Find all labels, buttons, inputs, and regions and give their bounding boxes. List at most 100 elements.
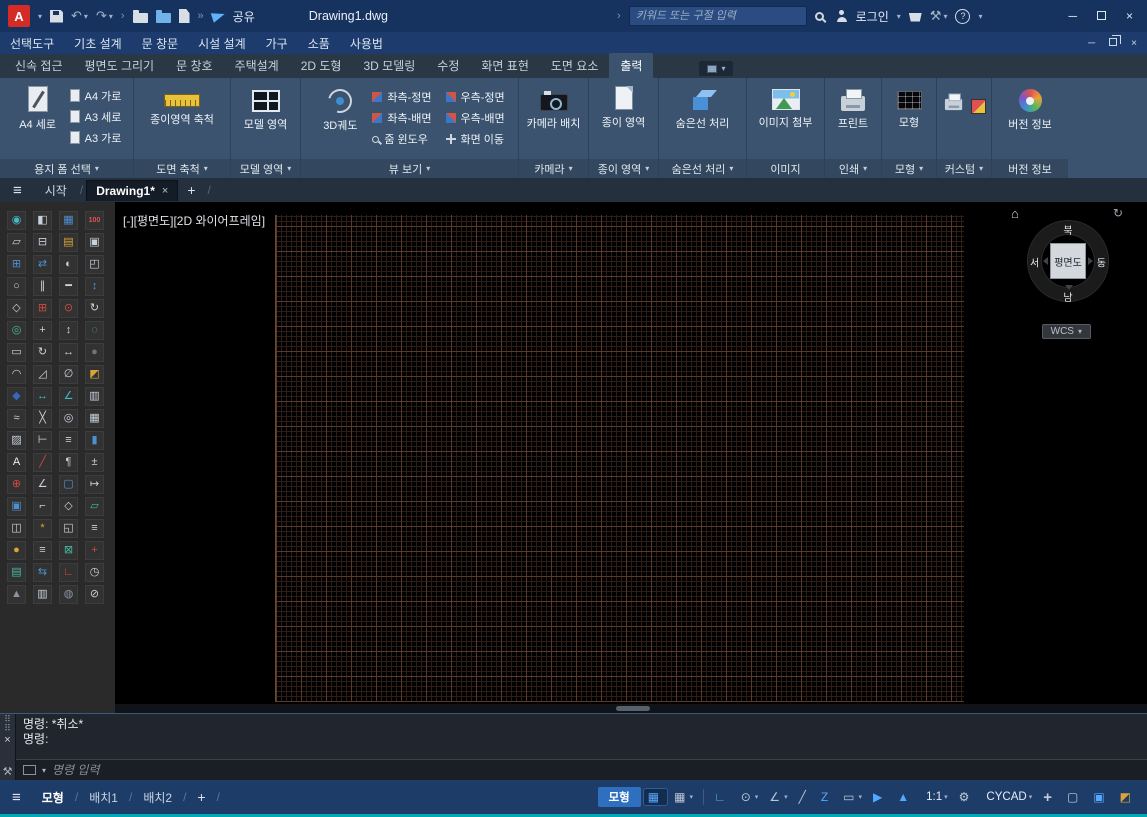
layout-tab-model[interactable]: 모형 bbox=[35, 789, 71, 806]
viewport-maximize-toggle[interactable]: ▢ bbox=[1063, 789, 1086, 805]
distance-tool[interactable]: ↦ bbox=[85, 475, 104, 494]
panel-footer-image[interactable]: 이미지 bbox=[747, 159, 824, 178]
crosshair-toggle[interactable]: + bbox=[1039, 788, 1060, 807]
command-panel-grip[interactable]: ⠿ ⠿ × ⚒ bbox=[0, 714, 16, 780]
region-tool[interactable]: ● bbox=[7, 541, 26, 560]
panel-footer-camera[interactable]: 카메라 bbox=[519, 159, 588, 178]
pan-view-button[interactable]: 화면 이동 bbox=[446, 130, 505, 148]
properties-palette-tool[interactable]: ▮ bbox=[85, 431, 104, 450]
drawing-grid[interactable] bbox=[275, 215, 964, 702]
search-chevron-icon[interactable]: › bbox=[617, 10, 621, 22]
version-info-button[interactable]: 버전 정보 bbox=[1004, 83, 1056, 132]
zoom-window-button[interactable]: 줌 윈도우 bbox=[372, 130, 431, 148]
list-tool[interactable]: ≡ bbox=[85, 519, 104, 538]
group-tool[interactable]: ▥ bbox=[85, 387, 104, 406]
close-button[interactable]: × bbox=[1120, 9, 1139, 23]
search-icon[interactable] bbox=[815, 12, 824, 21]
a4-portrait-button[interactable]: A4 세로 bbox=[12, 83, 64, 132]
command-prompt-caret-icon[interactable]: ▾ bbox=[42, 766, 46, 775]
extend-tool[interactable]: ⊢ bbox=[33, 431, 52, 450]
trim-tool[interactable]: ╳ bbox=[33, 409, 52, 428]
hatch-tool[interactable]: ▨ bbox=[7, 431, 26, 450]
viewcube-arrow-right-icon[interactable] bbox=[1088, 257, 1093, 265]
move-tool[interactable]: + bbox=[33, 321, 52, 340]
ribbon-tab-2d-shapes[interactable]: 2D 도형 bbox=[290, 53, 353, 78]
block-tool[interactable]: ▣ bbox=[7, 497, 26, 516]
array-tool[interactable]: ⊞ bbox=[33, 299, 52, 318]
mirror-tool[interactable]: ⇄ bbox=[33, 255, 52, 274]
app-menu-button[interactable]: A bbox=[8, 5, 30, 27]
area-tool[interactable]: ▱ bbox=[85, 497, 104, 516]
dim-angular-tool[interactable]: ∠ bbox=[59, 387, 78, 406]
id-point-tool[interactable]: + bbox=[85, 541, 104, 560]
redo-button[interactable]: ↷▾ bbox=[96, 8, 113, 24]
menu-furniture[interactable]: 가구 bbox=[266, 35, 288, 52]
ortho-mode-toggle[interactable]: Z bbox=[817, 789, 836, 805]
viewcube-west[interactable]: 서 bbox=[1030, 255, 1039, 270]
layer-manager[interactable]: ▦ bbox=[59, 211, 78, 230]
camera-place-button[interactable]: 카메라 배치 bbox=[527, 83, 581, 131]
match-properties-tool[interactable]: ▥ bbox=[33, 585, 52, 604]
viewcube-north[interactable]: 북 bbox=[1063, 222, 1072, 237]
lineweight-display-toggle[interactable]: ▭ ▾ bbox=[839, 789, 866, 805]
tab-start[interactable]: 시작 bbox=[35, 182, 77, 199]
viewport-tool[interactable]: ◫ bbox=[7, 519, 26, 538]
new-document-tab-button[interactable]: + bbox=[178, 182, 204, 198]
layer-states[interactable]: ▤ bbox=[59, 233, 78, 252]
regen-tool[interactable]: ↻ bbox=[85, 299, 104, 318]
donut-tool[interactable]: ◎ bbox=[7, 321, 26, 340]
view-left-front-button[interactable]: 좌측-정면 bbox=[372, 88, 431, 106]
ribbon-tab-drawing-elements[interactable]: 도면 요소 bbox=[540, 53, 610, 78]
erase-tool[interactable]: ◧ bbox=[33, 211, 52, 230]
help-caret-icon[interactable]: ▾ bbox=[978, 12, 982, 21]
tab-close-icon[interactable]: × bbox=[162, 185, 168, 197]
polar-tracking-toggle[interactable]: ∠ ▾ bbox=[765, 789, 791, 805]
custom-print-icon[interactable] bbox=[945, 99, 963, 110]
ribbon-tab-output[interactable]: 출력 bbox=[609, 53, 653, 78]
wipeout-tool[interactable]: ◇ bbox=[59, 497, 78, 516]
ucs-tool[interactable]: ∟ bbox=[59, 563, 78, 582]
menu-props[interactable]: 소품 bbox=[308, 35, 330, 52]
isoplane-toggle[interactable]: ╱ bbox=[795, 789, 814, 805]
dim-style-tool[interactable]: ↕ bbox=[59, 321, 78, 340]
sheet-tool[interactable]: ▤ bbox=[7, 563, 26, 582]
panel-footer-model[interactable]: 모형 bbox=[882, 159, 936, 178]
command-prompt-icon[interactable] bbox=[23, 765, 36, 775]
dim-linear-tool[interactable]: ↔ bbox=[59, 343, 78, 362]
table-grid-tool[interactable]: ⊞ bbox=[7, 255, 26, 274]
rotate-tool[interactable]: ↻ bbox=[33, 343, 52, 362]
wcs-selector[interactable]: WCS ▾ bbox=[1042, 324, 1091, 339]
quick-calc-tool[interactable]: ± bbox=[85, 453, 104, 472]
new-drawing-icon[interactable] bbox=[156, 13, 171, 23]
paper-area-button[interactable]: 종이 영역 bbox=[598, 83, 650, 130]
layer-freeze-tool[interactable]: ◌ bbox=[85, 321, 104, 340]
xref-attach-tool[interactable]: ⊠ bbox=[59, 541, 78, 560]
center-mark-tool[interactable]: ◎ bbox=[59, 409, 78, 428]
document-menu-icon[interactable]: ≡ bbox=[0, 182, 35, 199]
panel-footer-model-area[interactable]: 모델 영역 bbox=[231, 159, 300, 178]
undo-button[interactable]: ↶▾ bbox=[71, 8, 88, 24]
view-right-front-button[interactable]: 우측-정면 bbox=[446, 88, 505, 106]
dim-diameter-tool[interactable]: ∅ bbox=[59, 365, 78, 384]
toolbar-chevron-icon[interactable]: › bbox=[121, 10, 125, 22]
break-tool[interactable]: ╱ bbox=[33, 453, 52, 472]
grid-display-toggle[interactable]: ▦ bbox=[644, 789, 667, 805]
named-views-tool[interactable]: ◱ bbox=[59, 519, 78, 538]
customize-command-icon[interactable]: ⚒ bbox=[3, 765, 13, 778]
explode-tool[interactable]: * bbox=[33, 519, 52, 538]
layout-tab-layout2[interactable]: 배치2 bbox=[136, 789, 179, 806]
doc-minimize-button[interactable]: ─ bbox=[1088, 38, 1095, 49]
panel-footer-custom[interactable]: 커스텀 bbox=[937, 159, 991, 178]
annotation-scale-control[interactable]: 1:1 ▾ bbox=[920, 789, 952, 805]
help-icon[interactable]: ? bbox=[955, 9, 970, 24]
menu-usage[interactable]: 사용법 bbox=[350, 35, 383, 52]
drag-grip-icon[interactable]: ⠿ bbox=[4, 716, 11, 723]
doc-restore-button[interactable] bbox=[1109, 38, 1117, 49]
menu-facility-design[interactable]: 시설 설계 bbox=[198, 35, 246, 52]
login-button[interactable]: 로그인 bbox=[856, 8, 889, 25]
maximize-button[interactable] bbox=[1091, 9, 1112, 23]
panel-footer-print[interactable]: 인쇄 bbox=[825, 159, 881, 178]
view-right-back-button[interactable]: 우측-배면 bbox=[446, 109, 505, 127]
annotation-monitor-toggle[interactable]: ▲ bbox=[893, 789, 917, 805]
menu-basic-design[interactable]: 기초 설계 bbox=[74, 35, 122, 52]
